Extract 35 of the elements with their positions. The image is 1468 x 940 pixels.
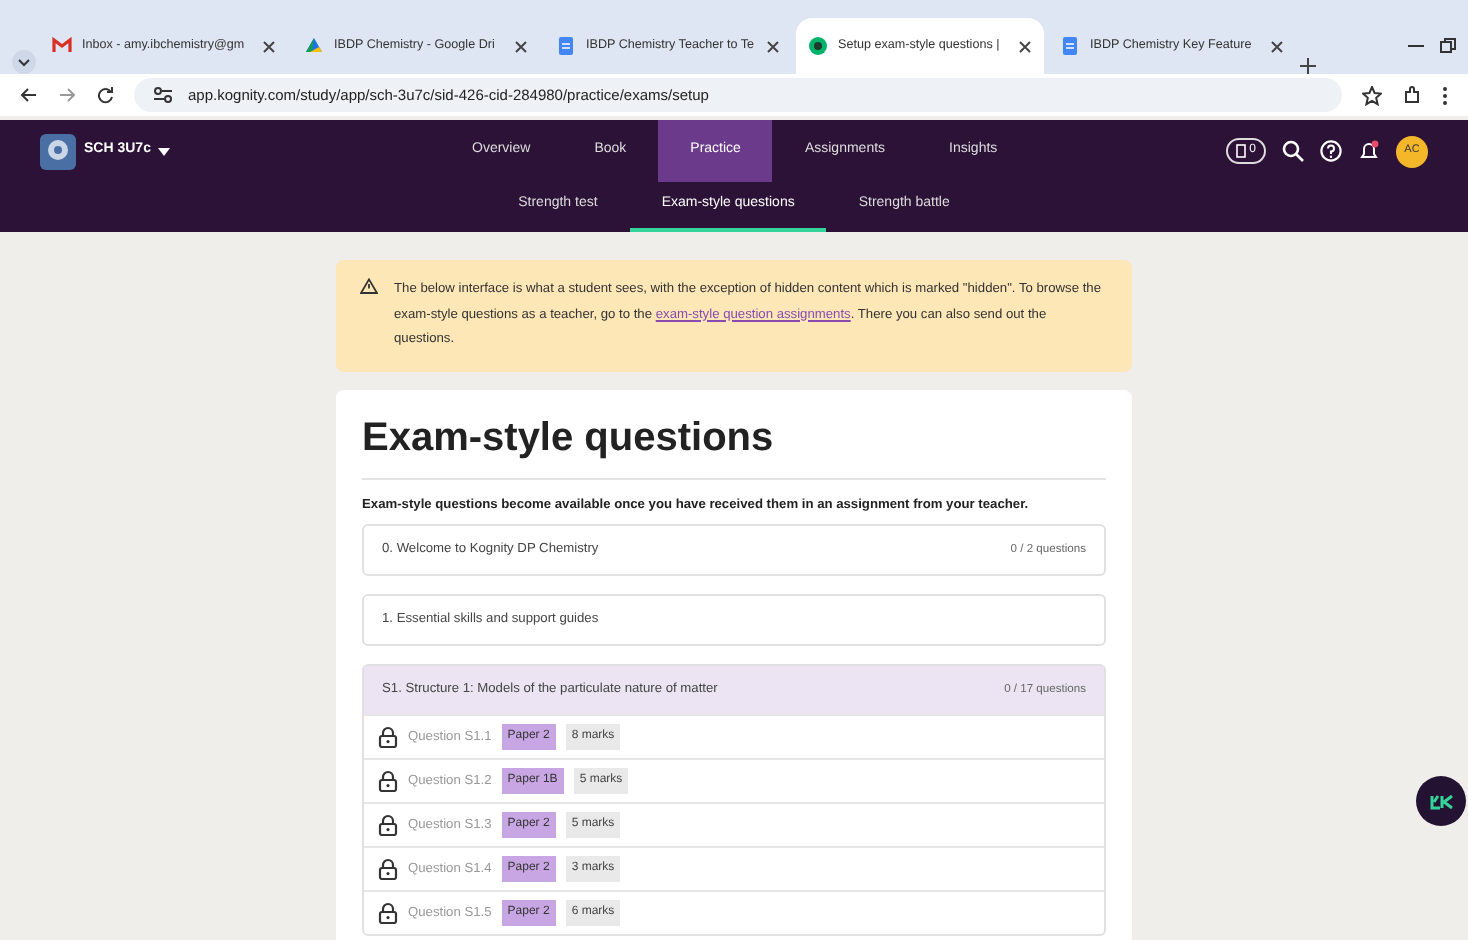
- extensions-icon[interactable]: [1402, 85, 1422, 105]
- document-icon: [556, 36, 576, 56]
- help-icon[interactable]: [1320, 140, 1342, 162]
- search-icon[interactable]: [1282, 140, 1304, 162]
- reload-icon[interactable]: [96, 86, 114, 104]
- back-icon[interactable]: [20, 86, 38, 104]
- close-icon[interactable]: [1270, 39, 1284, 53]
- plus-icon[interactable]: [1300, 58, 1316, 74]
- restore-icon[interactable]: [1440, 38, 1456, 54]
- bookmark-star-icon[interactable]: [1362, 85, 1382, 105]
- triangle-icon: [304, 36, 324, 56]
- course-logo-icon: [40, 133, 76, 169]
- circle-icon: [808, 36, 828, 56]
- warning-icon: [360, 278, 378, 294]
- document-icon: [1060, 36, 1080, 56]
- lock-icon: [378, 902, 398, 925]
- forward-icon[interactable]: [58, 86, 76, 104]
- clipboard-icon: [1235, 144, 1246, 158]
- page-title: Exam-style questions: [362, 413, 1106, 480]
- dropdown-icon[interactable]: [12, 50, 36, 74]
- lock-icon: [378, 726, 398, 749]
- lock-icon: [378, 858, 398, 881]
- bell-icon[interactable]: [1358, 140, 1380, 162]
- close-icon[interactable]: [766, 39, 780, 53]
- caret-icon: [158, 147, 171, 155]
- lock-icon: [378, 770, 398, 793]
- close-icon[interactable]: [262, 39, 276, 53]
- close-icon[interactable]: [514, 39, 528, 53]
- lock-icon: [378, 814, 398, 837]
- assistant-button[interactable]: [1416, 776, 1466, 826]
- mail-icon: [52, 36, 72, 56]
- menu-icon[interactable]: [1442, 85, 1448, 105]
- logo-icon: [1429, 791, 1453, 811]
- site-settings-icon: [154, 86, 172, 104]
- close-icon[interactable]: [1018, 39, 1032, 53]
